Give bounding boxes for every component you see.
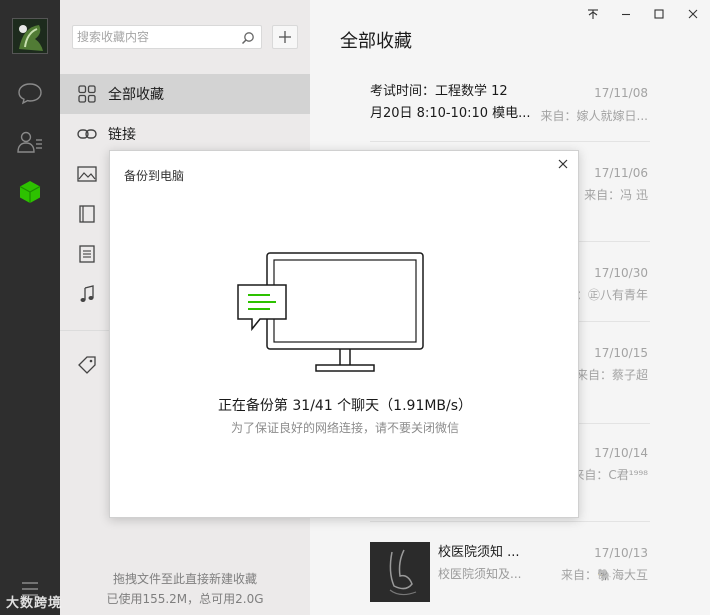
backup-status: 正在备份第 31/41 个聊天（1.91MB/s）	[217, 398, 473, 414]
dialog-close-button[interactable]	[556, 157, 570, 171]
computer-backup-icon	[236, 251, 428, 375]
search-box[interactable]	[72, 25, 262, 49]
plus-icon	[279, 31, 291, 43]
favorite-item[interactable]: 考试时间：工程数学 12 月20日 8:10-10:10 模电... 17/11…	[370, 80, 650, 142]
storage-usage: 已使用155.2M，总可用2.0G	[106, 592, 264, 606]
favorite-title: 考试时间：工程数学 12	[370, 84, 508, 99]
favorite-item[interactable]: 校医院须知 ... 校医院须知及... 17/10/13 来自：🐘海大互	[370, 522, 650, 615]
favorite-title-line2: 月20日 8:10-10:10 模电...	[370, 106, 531, 121]
favorite-source: 来自：蔡子超	[575, 368, 648, 382]
contacts-icon[interactable]	[15, 127, 45, 157]
grid-icon	[77, 84, 97, 104]
maximize-button[interactable]	[650, 5, 668, 23]
add-favorite-button[interactable]	[272, 25, 298, 49]
chat-icon[interactable]	[15, 78, 45, 108]
favorite-thumbnail	[370, 542, 430, 602]
file-icon	[77, 244, 97, 264]
pin-icon	[588, 9, 598, 19]
image-icon	[77, 164, 97, 184]
nav-rail	[0, 0, 60, 615]
backup-dialog: 备份到电脑 正在备份第 31/41 个聊天（1.91MB/s） 为了保证良好的网…	[109, 150, 579, 518]
category-label: 链接	[108, 127, 136, 143]
music-icon	[77, 284, 97, 304]
close-icon	[688, 9, 698, 19]
favorite-title: 校医院须知 ...	[438, 545, 520, 560]
notebook-icon	[77, 204, 97, 224]
favorite-date: 17/11/06	[594, 166, 648, 180]
minimize-icon	[622, 13, 630, 16]
favorite-date: 17/10/13	[594, 546, 648, 560]
favorite-source: 来自：🐘海大互	[561, 568, 648, 582]
favorites-cube-icon[interactable]	[15, 177, 45, 207]
close-icon	[558, 159, 568, 169]
backup-hint: 为了保证良好的网络连接，请不要关闭微信	[230, 421, 459, 435]
dialog-title: 备份到电脑	[124, 169, 185, 183]
category-link[interactable]: 链接	[60, 114, 310, 154]
favorite-source: 来自：C君¹⁹⁹⁸	[572, 468, 648, 482]
link-icon	[77, 124, 97, 144]
favorite-date: 17/10/15	[594, 346, 648, 360]
favorite-source: ：㊣八有青年	[575, 288, 648, 302]
favorite-source: 来自：嫁人就嫁日...	[540, 109, 648, 123]
watermark-logo: 大数跨境	[6, 592, 62, 611]
favorite-source: 来自：冯 迅	[584, 188, 648, 202]
close-button[interactable]	[684, 5, 702, 23]
search-input[interactable]	[77, 29, 237, 45]
avatar[interactable]	[12, 18, 48, 54]
category-all[interactable]: 全部收藏	[60, 74, 310, 114]
favorite-date: 17/10/30	[594, 266, 648, 280]
category-label: 全部收藏	[108, 87, 164, 103]
page-title: 全部收藏	[340, 31, 412, 52]
favorite-date: 17/10/14	[594, 446, 648, 460]
favorite-summary: 校医院须知及...	[438, 567, 522, 581]
tag-icon[interactable]	[77, 355, 97, 375]
pin-button[interactable]	[584, 5, 602, 23]
maximize-icon	[654, 9, 664, 19]
watermark-text: 大数跨境	[6, 596, 63, 611]
search-icon[interactable]	[241, 30, 255, 45]
favorite-date: 17/11/08	[594, 86, 648, 100]
drag-hint: 拖拽文件至此直接新建收藏	[112, 572, 257, 586]
minimize-button[interactable]	[617, 5, 635, 23]
